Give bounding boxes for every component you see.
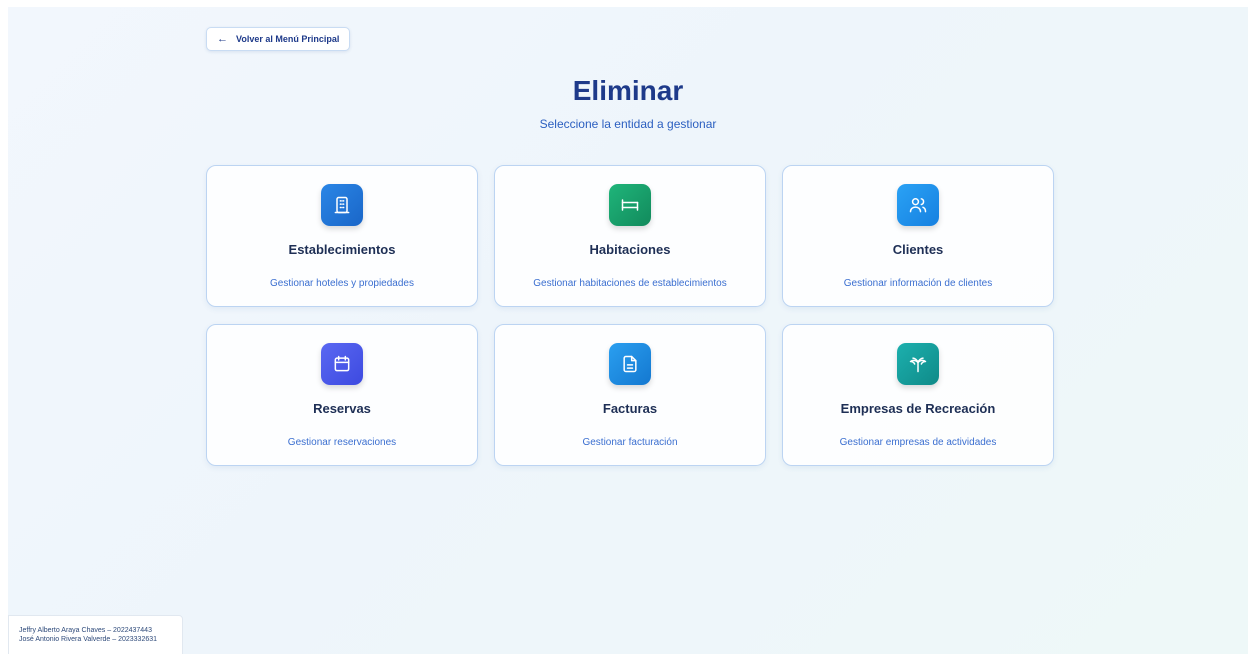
credit-line: Jeffry Alberto Araya Chaves – 2022437443 <box>19 627 152 634</box>
file-text-icon <box>609 343 651 385</box>
arrow-left-icon: ← <box>217 32 228 45</box>
credit-line: José Antonio Rivera Valverde – 202333263… <box>19 636 158 643</box>
card-description: Gestionar información de clientes <box>843 278 993 289</box>
card-reservas[interactable]: Reservas Gestionar reservaciones <box>206 324 478 466</box>
building-icon <box>321 184 363 226</box>
card-title: Reservas <box>313 401 371 416</box>
card-title: Establecimientos <box>288 242 396 257</box>
users-icon <box>897 184 939 226</box>
card-description: Gestionar empresas de actividades <box>839 437 997 448</box>
card-establecimientos[interactable]: Establecimientos Gestionar hoteles y pro… <box>206 165 478 307</box>
page-title: Eliminar <box>572 75 684 106</box>
page-subtitle: Seleccione la entidad a gestionar <box>539 117 717 131</box>
card-habitaciones[interactable]: Habitaciones Gestionar habitaciones de e… <box>494 165 766 307</box>
card-description: Gestionar reservaciones <box>287 437 397 448</box>
card-title: Habitaciones <box>589 242 671 257</box>
bed-icon <box>609 184 651 226</box>
calendar-icon <box>321 343 363 385</box>
card-clientes[interactable]: Clientes Gestionar información de client… <box>782 165 1054 307</box>
entity-grid: Establecimientos Gestionar hoteles y pro… <box>206 165 1056 466</box>
back-to-main-menu-button[interactable]: ← Volver al Menú Principal <box>206 27 351 51</box>
card-description: Gestionar habitaciones de establecimient… <box>533 278 727 289</box>
card-title: Empresas de Recreación <box>840 401 996 416</box>
page-background: ← Volver al Menú Principal Eliminar Sele… <box>8 7 1248 654</box>
card-facturas[interactable]: Facturas Gestionar facturación <box>494 324 766 466</box>
back-button-label: Volver al Menú Principal <box>236 34 340 44</box>
credits-footer: Jeffry Alberto Araya Chaves – 2022437443… <box>8 615 183 654</box>
palm-tree-icon <box>897 343 939 385</box>
card-description: Gestionar hoteles y propiedades <box>270 278 414 289</box>
card-description: Gestionar facturación <box>582 437 678 448</box>
card-title: Facturas <box>602 401 658 416</box>
card-empresas-recreacion[interactable]: Empresas de Recreación Gestionar empresa… <box>782 324 1054 466</box>
card-title: Clientes <box>892 242 944 257</box>
